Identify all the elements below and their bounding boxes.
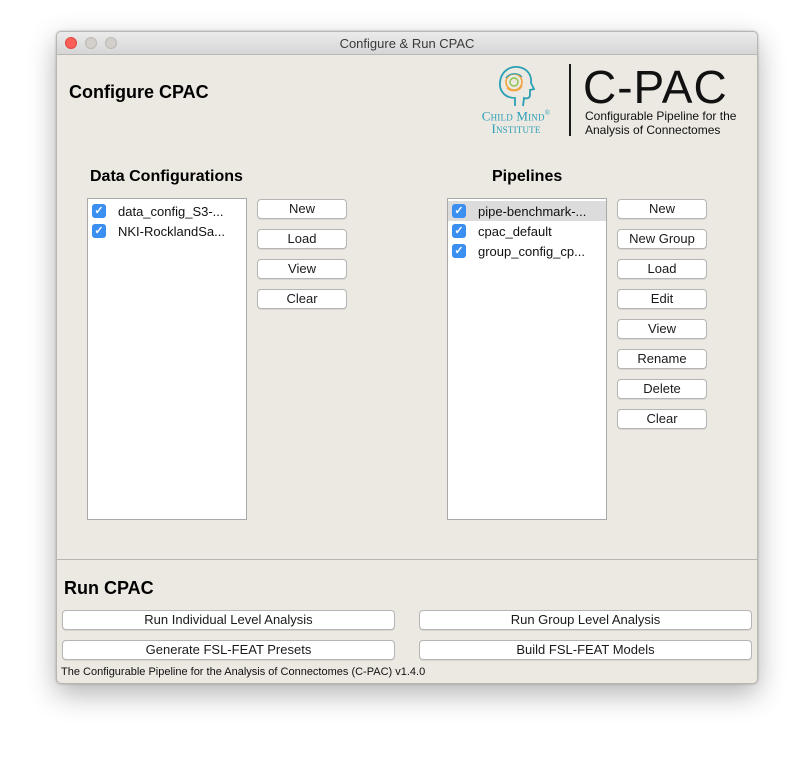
child-mind-head-icon [491, 64, 539, 113]
run-group-level-analysis-button[interactable]: Run Group Level Analysis [419, 610, 752, 630]
title-bar[interactable]: Configure & Run CPAC [57, 32, 757, 55]
list-item[interactable]: ✓ cpac_default [448, 221, 606, 241]
status-bar: The Configurable Pipeline for the Analys… [61, 666, 426, 678]
cpac-product-name: C-PAC [583, 61, 728, 113]
pipeline-load-button[interactable]: Load [617, 259, 707, 279]
page-title: Configure CPAC [69, 82, 209, 102]
data-config-new-button[interactable]: New [257, 199, 347, 219]
pipeline-label: cpac_default [478, 223, 552, 239]
cpac-window: Configure & Run CPAC Configure CPAC Chil… [56, 31, 758, 684]
checkbox-checked-icon[interactable]: ✓ [92, 224, 106, 238]
data-configurations-title: Data Configurations [90, 168, 243, 185]
generate-fsl-feat-presets-button[interactable]: Generate FSL-FEAT Presets [62, 640, 395, 660]
section-divider [57, 559, 757, 560]
pipeline-rename-button[interactable]: Rename [617, 349, 707, 369]
data-config-view-button[interactable]: View [257, 259, 347, 279]
checkbox-checked-icon[interactable]: ✓ [452, 224, 466, 238]
list-item[interactable]: ✓ group_config_cp... [448, 241, 606, 261]
pipeline-new-button[interactable]: New [617, 199, 707, 219]
logo-divider [569, 64, 571, 136]
window-title: Configure & Run CPAC [339, 36, 475, 51]
checkbox-checked-icon[interactable]: ✓ [92, 204, 106, 218]
data-config-clear-button[interactable]: Clear [257, 289, 347, 309]
pipeline-edit-button[interactable]: Edit [617, 289, 707, 309]
data-config-label: data_config_S3-... [118, 203, 224, 219]
pipeline-view-button[interactable]: View [617, 319, 707, 339]
child-mind-institute-wordmark: Child Mind® Institute [481, 108, 551, 137]
list-item[interactable]: ✓ pipe-benchmark-... [448, 201, 606, 221]
checkbox-checked-icon[interactable]: ✓ [452, 204, 466, 218]
pipeline-label: pipe-benchmark-... [478, 203, 587, 219]
pipelines-list[interactable]: ✓ pipe-benchmark-... ✓ cpac_default ✓ gr… [447, 198, 607, 520]
list-item[interactable]: ✓ data_config_S3-... [88, 201, 246, 221]
run-cpac-title: Run CPAC [64, 578, 154, 598]
logo: Child Mind® Institute C-PAC Configurable… [471, 61, 756, 142]
checkbox-checked-icon[interactable]: ✓ [452, 244, 466, 258]
list-item[interactable]: ✓ NKI-RocklandSa... [88, 221, 246, 241]
build-fsl-feat-models-button[interactable]: Build FSL-FEAT Models [419, 640, 752, 660]
run-individual-level-analysis-button[interactable]: Run Individual Level Analysis [62, 610, 395, 630]
pipeline-new-group-button[interactable]: New Group [617, 229, 707, 249]
pipeline-label: group_config_cp... [478, 243, 585, 259]
pipeline-clear-button[interactable]: Clear [617, 409, 707, 429]
data-config-label: NKI-RocklandSa... [118, 223, 225, 239]
pipeline-delete-button[interactable]: Delete [617, 379, 707, 399]
pipelines-title: Pipelines [492, 168, 563, 185]
data-configurations-list[interactable]: ✓ data_config_S3-... ✓ NKI-RocklandSa... [87, 198, 247, 520]
cpac-product-subtitle: Configurable Pipeline for the Analysis o… [585, 109, 737, 137]
data-config-load-button[interactable]: Load [257, 229, 347, 249]
